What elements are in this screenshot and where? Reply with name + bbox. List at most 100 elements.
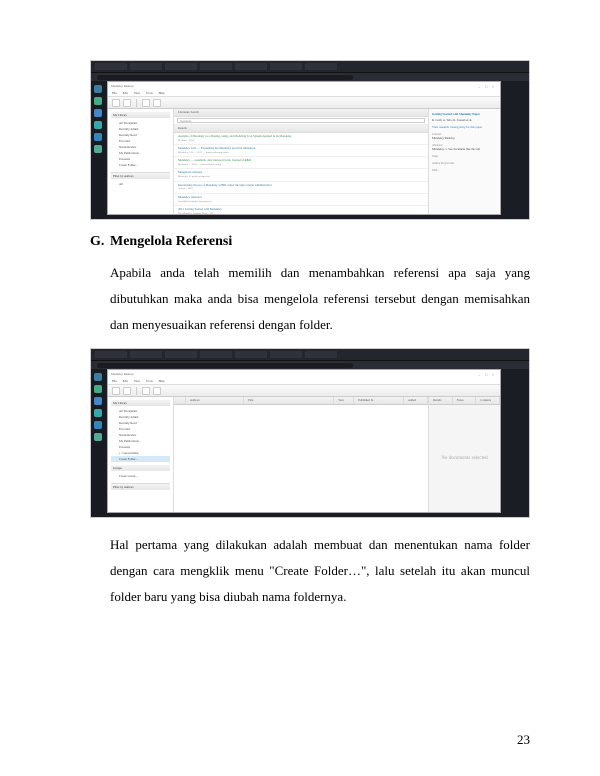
result-item[interactable]: 2015 Getting Started with MendeleyThe Me… (174, 206, 428, 214)
col-title[interactable]: Title (244, 397, 334, 404)
browser-tab (95, 63, 127, 70)
browser-tab (130, 63, 162, 70)
minimize-icon[interactable]: – (478, 372, 483, 377)
dock-icon (94, 433, 102, 441)
create-folder[interactable]: Create Folder... (111, 456, 170, 462)
col-added[interactable]: Added (404, 397, 428, 404)
screenshot-literature-search: Mendeley Desktop – □ × File Edit View To… (90, 60, 530, 220)
tab-details[interactable]: Details (429, 397, 453, 404)
os-dock (91, 369, 105, 517)
detail-authors: R. Lutfi, A. Tefa, R. Zaenab et al. (432, 118, 497, 122)
filter-header: Filter by Authors (111, 484, 170, 490)
help-button[interactable] (153, 387, 161, 395)
browser-tab (305, 63, 337, 70)
main-pane: Literature Search mendeley Results Analy… (174, 109, 428, 214)
menu-view[interactable]: View (134, 91, 140, 95)
menu-tools[interactable]: Tools (146, 379, 153, 383)
result-item[interactable]: Reassessing the use of Mendeley at BRI c… (174, 182, 428, 194)
add-button[interactable] (112, 387, 120, 395)
catalog-link[interactable]: View research catalog entry for this pap… (432, 125, 497, 129)
close-icon[interactable]: × (492, 372, 497, 377)
main-pane: Authors Title Year Published In Added (174, 397, 428, 512)
minimize-icon[interactable]: – (478, 84, 483, 89)
dock-icon (94, 97, 102, 105)
result-item[interactable]: Mengelola referensiMendeley, R. gentle p… (174, 169, 428, 181)
dock-icon (94, 85, 102, 93)
menu-edit[interactable]: Edit (123, 91, 128, 95)
column-headers: Authors Title Year Published In Added (174, 397, 428, 405)
result-item[interactable]: Mendeley A.D. — Explaining the Mendeley … (174, 145, 428, 157)
lit-search-label: Literature Search (178, 110, 199, 115)
create-folder[interactable]: Create Folder... (111, 162, 170, 168)
result-meta: M Gunn – 2014 (178, 139, 424, 142)
search-row: mendeley (174, 117, 428, 125)
toolbar (108, 97, 500, 109)
menu-edit[interactable]: Edit (123, 379, 128, 383)
sidebar-header: My Library (111, 400, 170, 406)
dock-icon (94, 421, 102, 429)
menu-file[interactable]: File (112, 91, 117, 95)
filter-item[interactable]: All (111, 181, 170, 187)
col-year[interactable]: Year (334, 397, 354, 404)
dock-icon (94, 373, 102, 381)
browser-tab-bar (91, 61, 529, 73)
folder-button[interactable] (123, 387, 131, 395)
detail-title: Getting Started with Mendeley Paper (432, 112, 497, 116)
menu-tools[interactable]: Tools (146, 91, 153, 95)
maximize-icon[interactable]: □ (485, 372, 490, 377)
browser-tab (130, 351, 162, 358)
col-authors[interactable]: Authors (186, 397, 244, 404)
maximize-icon[interactable]: □ (485, 84, 490, 89)
col-published[interactable]: Published In (354, 397, 404, 404)
paragraph-1: Apabila anda telah memilih dan menambahk… (90, 260, 530, 338)
section-heading: G. Mengelola Referensi (90, 234, 530, 250)
result-meta: Mendeley — 2016 — universal processing (178, 163, 424, 166)
browser-tab (270, 351, 302, 358)
menu-view[interactable]: View (134, 379, 140, 383)
create-group[interactable]: Create Group... (111, 473, 170, 479)
help-button[interactable] (153, 99, 161, 107)
filter-header: Filter by Authors (111, 173, 170, 179)
folder-icon: ▸ (119, 451, 121, 455)
section-letter: G. (90, 234, 110, 250)
dock-icon (94, 145, 102, 153)
app-title: Mendeley Desktop (111, 372, 134, 376)
sync-button[interactable] (142, 99, 150, 107)
titlebar: Mendeley Desktop – □ × (108, 82, 500, 90)
result-item[interactable]: Analysis of Mendeley as a Sharing, using… (174, 133, 428, 145)
close-icon[interactable]: × (492, 84, 497, 89)
address-bar (91, 73, 529, 81)
folder-button[interactable] (123, 99, 131, 107)
result-item[interactable]: Mendeley — standards, data transport for… (174, 157, 428, 169)
toolbar (108, 385, 500, 397)
menu-file[interactable]: File (112, 379, 117, 383)
tab-notes[interactable]: Notes (453, 397, 477, 404)
menu-help[interactable]: Help (159, 379, 165, 383)
search-input[interactable]: mendeley (177, 118, 425, 123)
citation-note: Mendeley, 1. See document like the text (432, 147, 497, 151)
keywords-label: Author Keywords: (432, 161, 497, 165)
paragraph-2: Hal pertama yang dilakukan adalah membua… (90, 532, 530, 610)
result-meta: Acosta – 2018 (178, 187, 424, 190)
results-list: Analysis of Mendeley as a Sharing, using… (174, 133, 428, 214)
tab-contents[interactable]: Contents (476, 397, 500, 404)
browser-tab (235, 351, 267, 358)
url-label: URL: (432, 168, 497, 172)
sidebar: My Library All Documents Recently Added … (108, 109, 174, 214)
results-header: Results (174, 125, 428, 133)
menu-bar: File Edit View Tools Help (108, 378, 500, 385)
titlebar: Mendeley Desktop – □ × (108, 370, 500, 378)
result-item[interactable]: Mendeley referenceGratulada Pertandes ut… (174, 194, 428, 206)
dock-icon (94, 385, 102, 393)
mendeley-window: Mendeley Desktop – □ × File Edit View To… (107, 369, 501, 513)
address-bar (91, 361, 529, 369)
menu-help[interactable]: Help (159, 91, 165, 95)
dock-icon (94, 133, 102, 141)
sync-button[interactable] (142, 387, 150, 395)
add-button[interactable] (112, 99, 120, 107)
journal-value: Mendeley Desktop (432, 136, 497, 140)
browser-tab (200, 63, 232, 70)
browser-tab-bar (91, 349, 529, 361)
detail-pane: Details Notes Contents No documents sele… (428, 397, 500, 512)
result-meta: Gratulada Pertandes utm practices (178, 200, 424, 203)
